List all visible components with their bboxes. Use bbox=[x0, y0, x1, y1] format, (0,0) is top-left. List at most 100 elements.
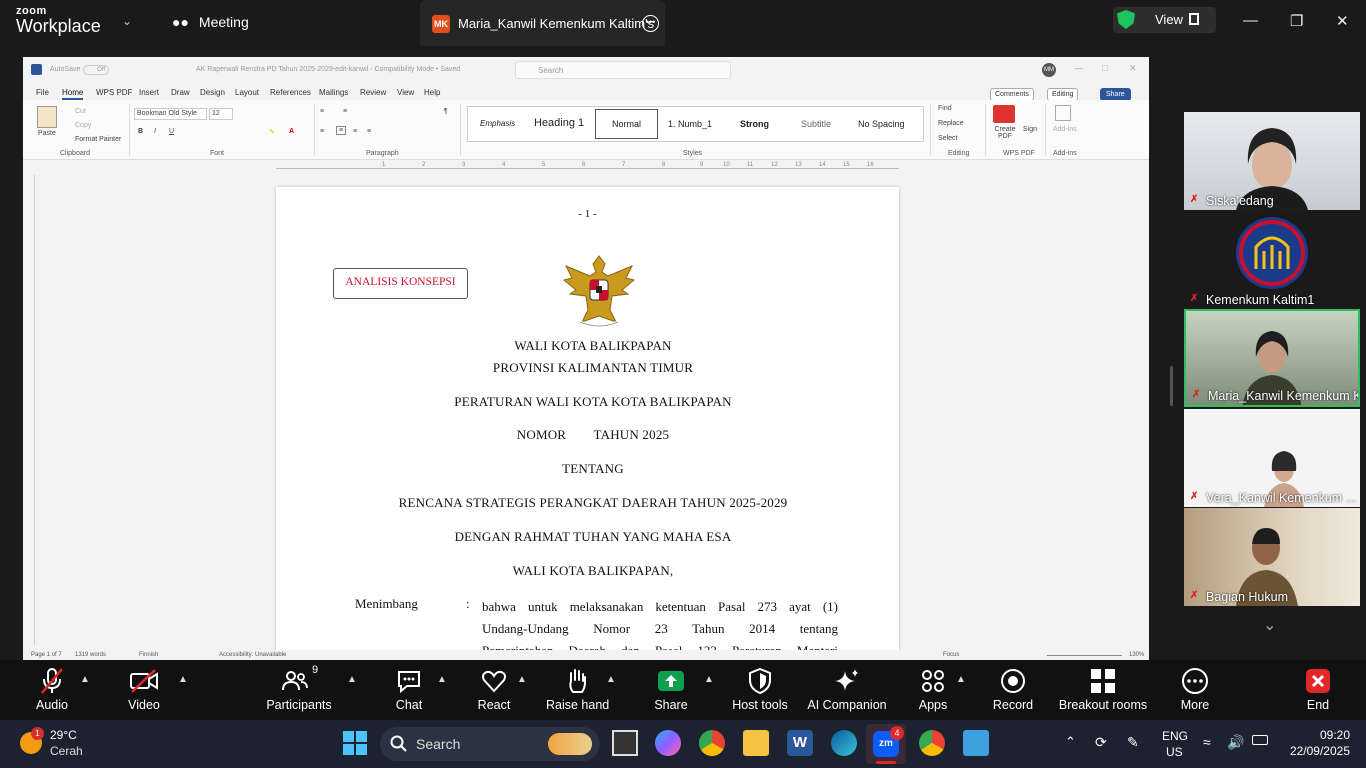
word-minimize-icon[interactable]: — bbox=[1074, 63, 1083, 73]
audio-button[interactable]: Audio bbox=[30, 664, 74, 712]
sign-button[interactable]: Sign bbox=[1023, 126, 1037, 133]
raise-hand-button[interactable]: Raise hand bbox=[546, 664, 609, 712]
windows-start-icon[interactable] bbox=[342, 730, 368, 756]
zoom-slider[interactable] bbox=[1047, 655, 1122, 656]
menu-help[interactable]: Help bbox=[424, 88, 440, 97]
end-button[interactable]: End bbox=[1300, 664, 1336, 712]
underline-icon[interactable]: U bbox=[169, 128, 174, 135]
weather-temp[interactable]: 29°C bbox=[50, 728, 77, 742]
record-button[interactable]: Record bbox=[992, 664, 1034, 712]
task-view-icon[interactable] bbox=[612, 730, 638, 756]
apps-caret-icon[interactable]: ▲ bbox=[956, 674, 966, 685]
host-tools-button[interactable]: Host tools bbox=[730, 664, 790, 712]
react-caret-icon[interactable]: ▲ bbox=[517, 674, 527, 685]
raise-hand-caret-icon[interactable]: ▲ bbox=[606, 674, 616, 685]
participant-tile[interactable]: ✗ Kemenkum Kaltim1 bbox=[1184, 211, 1360, 309]
font-color-icon[interactable]: A bbox=[289, 128, 294, 135]
wifi-icon[interactable]: ≈ bbox=[1203, 734, 1211, 750]
language-indicator[interactable]: ENG bbox=[1162, 729, 1188, 743]
word-search-input[interactable]: Search bbox=[515, 61, 731, 79]
file-explorer-icon[interactable] bbox=[743, 730, 769, 756]
sync-icon[interactable]: ⟳ bbox=[1095, 734, 1107, 751]
ai-companion-button[interactable]: AI Companion bbox=[806, 664, 888, 712]
view-button[interactable]: View bbox=[1113, 7, 1216, 33]
zoom-logo[interactable]: zoom Workplace bbox=[16, 6, 101, 36]
menu-review[interactable]: Review bbox=[360, 88, 386, 97]
document-page[interactable]: - 1 - ANALISIS KONSEPSI WALI KOTA BALIKP… bbox=[276, 187, 899, 658]
style-numb-1[interactable]: 1. Numb_1 bbox=[668, 119, 712, 129]
language[interactable]: Finnish bbox=[139, 652, 158, 658]
numbering-icon[interactable]: ≡ bbox=[343, 108, 347, 115]
menu-mailings[interactable]: Mailings bbox=[319, 88, 348, 97]
notepad-icon[interactable] bbox=[963, 730, 989, 756]
page-count[interactable]: Page 1 of 7 bbox=[31, 652, 62, 658]
participant-tile[interactable]: ✗ Siska'edang bbox=[1184, 112, 1360, 210]
share-caret-icon[interactable]: ▲ bbox=[704, 674, 714, 685]
accessibility-status[interactable]: Accessibility: Unavailable bbox=[219, 652, 286, 658]
apps-button[interactable]: Apps bbox=[914, 664, 952, 712]
align-right-icon[interactable]: ≡ bbox=[353, 128, 357, 135]
minimize-icon[interactable]: — bbox=[1243, 12, 1258, 29]
gallery-scroll-down-icon[interactable]: ⌄ bbox=[1263, 615, 1276, 635]
style-normal[interactable]: Normal bbox=[595, 109, 658, 139]
highlight-icon[interactable]: ✎ bbox=[269, 128, 275, 136]
pen-icon[interactable]: ✎ bbox=[1127, 734, 1139, 751]
menu-references[interactable]: References bbox=[270, 88, 311, 97]
more-icon[interactable]: ••• bbox=[642, 15, 659, 32]
word-close-icon[interactable]: ✕ bbox=[1129, 63, 1137, 74]
style-strong[interactable]: Strong bbox=[740, 119, 769, 129]
chrome-profile-icon[interactable] bbox=[919, 730, 945, 756]
chevron-down-icon[interactable]: ⌄ bbox=[122, 14, 132, 28]
menu-draw[interactable]: Draw bbox=[171, 88, 190, 97]
menu-layout[interactable]: Layout bbox=[235, 88, 259, 97]
word-restore-icon[interactable]: □ bbox=[1102, 63, 1107, 73]
menu-design[interactable]: Design bbox=[200, 88, 225, 97]
taskbar-search-input[interactable]: Search bbox=[380, 727, 600, 761]
menu-wps-pdf[interactable]: WPS PDF bbox=[96, 88, 132, 97]
style-no-spacing[interactable]: No Spacing bbox=[858, 119, 905, 129]
justify-icon[interactable]: ≡ bbox=[367, 128, 371, 135]
breakout-rooms-button[interactable]: Breakout rooms bbox=[1058, 664, 1148, 712]
bold-icon[interactable]: B bbox=[138, 128, 143, 135]
participants-caret-icon[interactable]: ▲ bbox=[347, 674, 357, 685]
participant-tile[interactable]: ✗ Bagian Hukum bbox=[1184, 508, 1360, 606]
chrome-icon[interactable] bbox=[699, 730, 725, 756]
zoom-level[interactable]: 130% bbox=[1129, 652, 1144, 658]
bullets-icon[interactable]: ≡ bbox=[320, 108, 324, 115]
word-taskbar-icon[interactable]: W bbox=[787, 730, 813, 756]
align-center-icon[interactable]: ≡ bbox=[336, 126, 347, 135]
volume-icon[interactable]: 🔊 bbox=[1227, 734, 1244, 751]
video-button[interactable]: Video bbox=[122, 664, 166, 712]
style-subtitle[interactable]: Subtitle bbox=[801, 119, 831, 129]
meeting-tab[interactable]: ●● Meeting bbox=[172, 14, 249, 30]
menu-insert[interactable]: Insert bbox=[139, 88, 159, 97]
edge-icon[interactable] bbox=[831, 730, 857, 756]
cut-button[interactable]: Cut bbox=[75, 108, 86, 115]
shared-screen-tab[interactable]: MK Maria_Kanwil Kemenkum Kaltim's ••• bbox=[420, 0, 665, 46]
addins-button[interactable]: Add-ins bbox=[1053, 126, 1077, 133]
paste-label[interactable]: Paste bbox=[38, 130, 56, 137]
menu-home[interactable]: Home bbox=[62, 88, 84, 100]
video-options-caret-icon[interactable]: ▲ bbox=[178, 674, 188, 685]
share-button[interactable]: Share bbox=[650, 664, 692, 712]
more-button[interactable]: More bbox=[1175, 664, 1215, 712]
zoom-taskbar-button[interactable]: zm 4 bbox=[866, 724, 906, 764]
select-button[interactable]: Select bbox=[938, 135, 957, 142]
copilot-icon[interactable] bbox=[655, 730, 681, 756]
audio-options-caret-icon[interactable]: ▲ bbox=[80, 674, 90, 685]
chat-button[interactable]: Chat bbox=[388, 664, 430, 712]
participants-button[interactable]: 9 Participants bbox=[264, 664, 334, 712]
resize-handle[interactable] bbox=[1170, 366, 1173, 406]
autosave-toggle[interactable]: Off bbox=[83, 65, 109, 75]
align-left-icon[interactable]: ≡ bbox=[320, 128, 324, 135]
paste-icon[interactable] bbox=[37, 106, 57, 128]
battery-icon[interactable] bbox=[1252, 735, 1268, 745]
chat-caret-icon[interactable]: ▲ bbox=[437, 674, 447, 685]
style-emphasis[interactable]: Emphasis bbox=[480, 119, 515, 128]
copy-button[interactable]: Copy bbox=[75, 122, 91, 129]
clock-time[interactable]: 09:20 bbox=[1290, 728, 1350, 742]
react-button[interactable]: React bbox=[474, 664, 514, 712]
find-button[interactable]: Find bbox=[938, 105, 952, 112]
menu-file[interactable]: File bbox=[36, 88, 49, 97]
create-pdf-button[interactable]: Create PDF bbox=[993, 126, 1017, 140]
